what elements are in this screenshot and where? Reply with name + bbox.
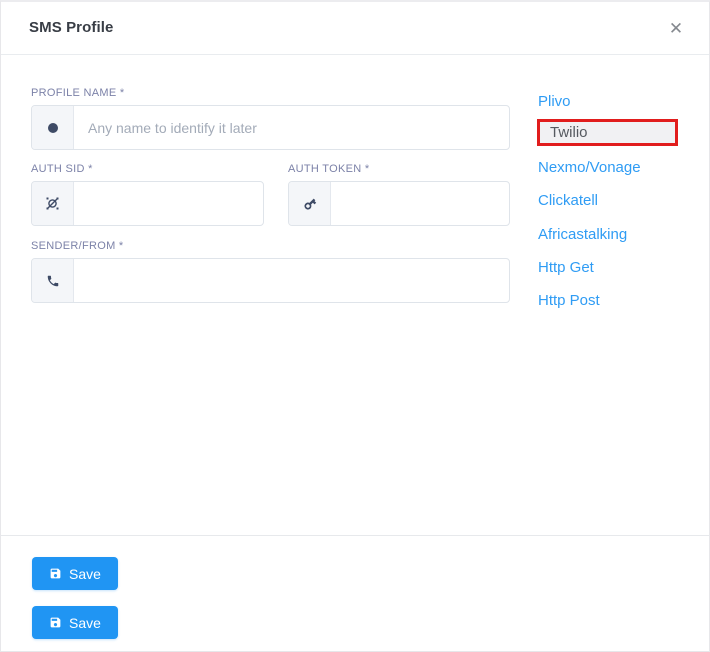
auth-sid-field: AUTH SID *	[31, 163, 264, 226]
provider-label-twilio: Twilio	[550, 125, 588, 140]
key-icon	[289, 182, 331, 225]
provider-link-nexmo-vonage[interactable]: Nexmo/Vonage	[538, 160, 641, 176]
floppy-icon	[49, 616, 62, 629]
save-button-label: Save	[69, 615, 101, 631]
profile-name-input-group	[31, 105, 510, 150]
footer-divider	[1, 535, 709, 536]
auth-sid-label: AUTH SID *	[31, 163, 264, 175]
sender-from-label: SENDER/FROM *	[31, 240, 510, 252]
page-title: SMS Profile	[29, 19, 113, 36]
auth-token-input[interactable]	[331, 182, 509, 225]
profile-name-input[interactable]	[74, 106, 509, 149]
auth-token-field: AUTH TOKEN *	[288, 163, 510, 226]
provider-item-twilio-highlighted[interactable]: Twilio	[537, 119, 678, 146]
provider-link-plivo[interactable]: Plivo	[538, 94, 571, 110]
auth-sid-input[interactable]	[74, 182, 263, 225]
auth-sid-input-group	[31, 181, 264, 226]
save-button-label: Save	[69, 566, 101, 582]
floppy-icon	[49, 567, 62, 580]
phone-icon	[32, 259, 74, 302]
auth-token-input-group	[288, 181, 510, 226]
provider-link-clickatell[interactable]: Clickatell	[538, 193, 598, 209]
sender-from-input[interactable]	[74, 259, 509, 302]
provider-link-http-post[interactable]: Http Post	[538, 293, 600, 309]
circle-icon	[32, 106, 74, 149]
sender-from-input-group	[31, 258, 510, 303]
save-button-secondary[interactable]: Save	[32, 606, 118, 639]
provider-link-africastalking[interactable]: Africastalking	[538, 227, 627, 243]
sender-from-field: SENDER/FROM *	[31, 240, 510, 303]
profile-name-label: PROFILE NAME *	[31, 87, 510, 99]
sms-profile-modal: SMS Profile ✕ PROFILE NAME * AUTH SID *	[0, 0, 710, 652]
id-scan-icon	[32, 182, 74, 225]
profile-name-field: PROFILE NAME *	[31, 87, 510, 150]
modal-header: SMS Profile ✕	[1, 2, 709, 55]
auth-token-label: AUTH TOKEN *	[288, 163, 510, 175]
save-button[interactable]: Save	[32, 557, 118, 590]
close-icon[interactable]: ✕	[663, 16, 689, 42]
provider-link-http-get[interactable]: Http Get	[538, 260, 594, 276]
